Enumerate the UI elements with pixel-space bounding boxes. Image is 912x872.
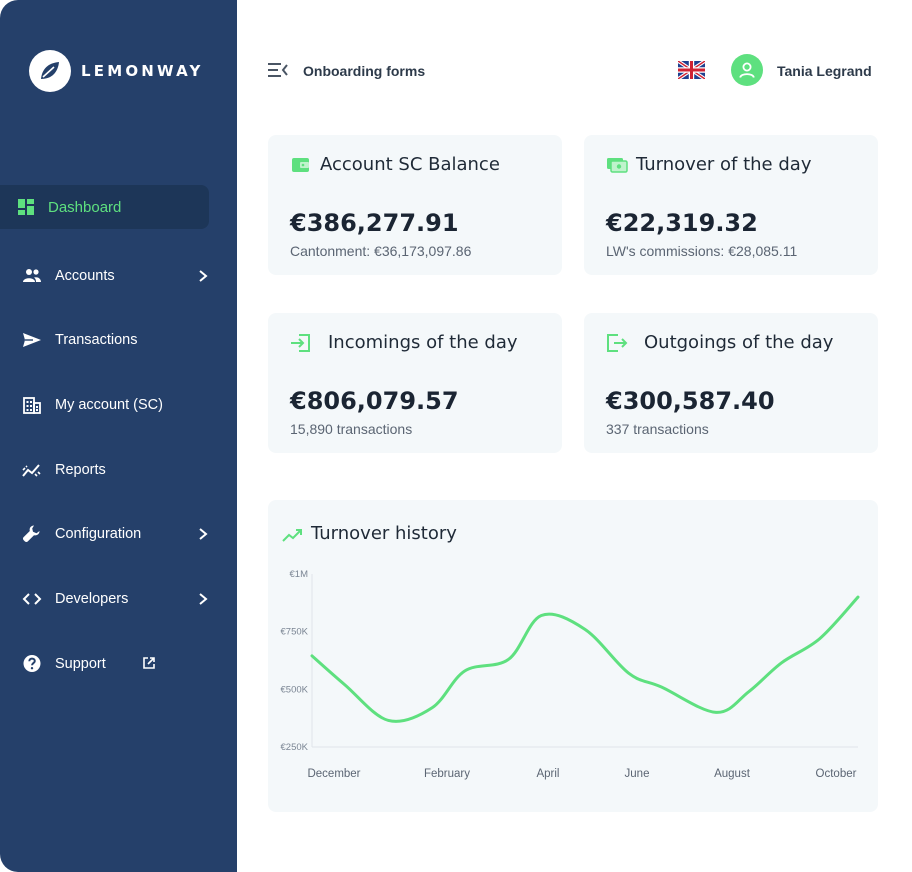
page-title: Onboarding forms (303, 63, 426, 79)
send-icon (23, 333, 41, 347)
card-subtext: Cantonment: €36,173,097.86 (290, 243, 472, 259)
outgoings-day-card: Outgoings of the day €300,587.40 337 tra… (584, 313, 878, 453)
login-icon (291, 334, 310, 352)
sidebar-item-label: Support (55, 656, 106, 672)
sidebar-item-accounts[interactable]: Accounts (0, 254, 237, 298)
user-name[interactable]: Tania Legrand (777, 63, 872, 79)
chevron-right-icon[interactable] (196, 591, 210, 607)
sidebar-item-label: Accounts (55, 268, 115, 284)
x-tick-label: June (625, 768, 650, 780)
card-value: €806,079.57 (290, 387, 459, 415)
cash-icon (607, 158, 628, 173)
sidebar-item-my-account[interactable]: My account (SC) (0, 383, 237, 427)
sidebar-item-transactions[interactable]: Transactions (0, 318, 237, 362)
sidebar-item-reports[interactable]: Reports (0, 448, 237, 492)
card-title: Outgoings of the day (644, 332, 834, 353)
sidebar-item-dashboard[interactable]: Dashboard (0, 185, 209, 229)
y-tick-label: €500K (281, 684, 309, 695)
card-subtext: 15,890 transactions (290, 421, 413, 437)
turnover-history-chart: Turnover history €1M €750K €500K €250K Decem… (268, 500, 878, 812)
external-link-icon[interactable] (142, 656, 156, 670)
sidebar-item-label: Configuration (55, 526, 142, 542)
chart-plot: €1M €750K €500K €250K December February April J… (281, 569, 860, 780)
x-tick-label: December (307, 768, 360, 780)
card-value: €22,319.32 (606, 209, 758, 237)
sidebar-item-label: Transactions (55, 332, 138, 348)
card-title: Account SC Balance (320, 154, 500, 175)
building-icon (23, 397, 41, 414)
menu-collapse-icon[interactable] (267, 61, 289, 79)
help-icon (23, 655, 41, 672)
sidebar: LEMONWAY Dashboard Accounts Transactions… (0, 0, 237, 872)
card-subtext: LW's commissions: €28,085.11 (606, 243, 798, 259)
leaf-logo-icon (29, 50, 71, 92)
trend-icon (22, 464, 41, 477)
lemonway-logo[interactable]: LEMONWAY (29, 50, 204, 92)
sidebar-item-label: Reports (55, 462, 106, 478)
wallet-icon (292, 158, 309, 172)
x-tick-label: April (536, 768, 559, 780)
y-tick-label: €1M (290, 569, 309, 580)
incomings-day-card: Incomings of the day €806,079.57 15,890 … (268, 313, 562, 453)
card-title: Turnover of the day (636, 154, 812, 175)
sidebar-item-label: Dashboard (48, 198, 122, 216)
wrench-icon (22, 525, 40, 543)
turnover-day-card: Turnover of the day €22,319.32 LW's comm… (584, 135, 878, 275)
chevron-right-icon[interactable] (196, 526, 210, 542)
uk-flag-icon[interactable] (678, 61, 705, 79)
sidebar-item-configuration[interactable]: Configuration (0, 512, 237, 556)
x-tick-label: October (816, 768, 857, 780)
logout-icon (607, 334, 628, 352)
brand-name: LEMONWAY (81, 62, 204, 80)
user-icon (739, 62, 755, 78)
code-icon (22, 593, 42, 605)
people-icon (23, 269, 41, 282)
chevron-right-icon[interactable] (196, 268, 210, 284)
y-tick-label: €250K (281, 742, 309, 753)
x-tick-label: August (714, 768, 751, 780)
sidebar-item-developers[interactable]: Developers (0, 577, 237, 621)
series-line (310, 595, 860, 723)
dashboard-icon (18, 199, 34, 215)
card-title: Incomings of the day (328, 332, 518, 353)
x-tick-label: February (424, 768, 470, 780)
account-balance-card: Account SC Balance €386,277.91 Cantonmen… (268, 135, 562, 275)
sidebar-item-support[interactable]: Support (0, 642, 237, 686)
sidebar-item-label: My account (SC) (55, 397, 163, 413)
card-value: €300,587.40 (606, 387, 775, 415)
y-tick-label: €750K (281, 627, 309, 638)
avatar[interactable] (731, 54, 763, 86)
sidebar-item-label: Developers (55, 591, 129, 607)
card-subtext: 337 transactions (606, 421, 709, 437)
card-value: €386,277.91 (290, 209, 459, 237)
